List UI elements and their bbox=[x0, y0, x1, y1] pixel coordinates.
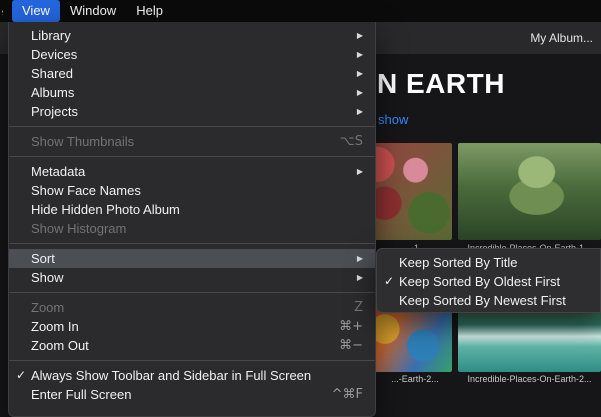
menu-item-show[interactable]: Show ▶ bbox=[9, 268, 375, 287]
menu-separator bbox=[9, 292, 375, 293]
menu-item-show-face-names[interactable]: Show Face Names bbox=[9, 181, 375, 200]
menu-item-shortcut: ^⌘F bbox=[332, 385, 363, 404]
photo-caption: ...-Earth-2... bbox=[378, 374, 452, 384]
menu-item-metadata[interactable]: Metadata ▶ bbox=[9, 162, 375, 181]
submenu-item-keep-sorted-by-oldest-first[interactable]: ✓ Keep Sorted By Oldest First bbox=[377, 272, 600, 291]
submenu-item-keep-sorted-by-title[interactable]: Keep Sorted By Title bbox=[377, 253, 600, 272]
menu-separator bbox=[9, 243, 375, 244]
submenu-arrow-icon: ▶ bbox=[357, 45, 363, 64]
menu-item-label: Zoom Out bbox=[31, 336, 329, 355]
screen: My Album... N EARTH show ...-1... Incred… bbox=[0, 0, 601, 417]
menu-item-shortcut: ⌥S bbox=[340, 132, 363, 151]
menu-item-label: Keep Sorted By Title bbox=[399, 253, 588, 272]
menubar-item-window[interactable]: Window bbox=[60, 0, 126, 22]
slideshow-link[interactable]: show bbox=[378, 112, 408, 127]
photo-thumbnail[interactable] bbox=[458, 306, 601, 372]
menu-item-show-thumbnails: Show Thumbnails ⌥S bbox=[9, 132, 375, 151]
menubar-item-view[interactable]: View bbox=[12, 0, 60, 22]
submenu-arrow-icon: ▶ bbox=[357, 162, 363, 181]
menu-item-label: Projects bbox=[31, 102, 347, 121]
menu-item-shortcut: ⌘− bbox=[339, 336, 363, 355]
menu-bar: e View Window Help bbox=[0, 0, 601, 22]
menu-item-label: Metadata bbox=[31, 162, 347, 181]
sort-submenu: Keep Sorted By Title ✓ Keep Sorted By Ol… bbox=[376, 248, 601, 313]
menu-item-label: Zoom In bbox=[31, 317, 329, 336]
menu-item-label: Albums bbox=[31, 83, 347, 102]
menu-item-label: Sort bbox=[31, 249, 347, 268]
menu-item-label: Show Histogram bbox=[31, 219, 363, 238]
album-title: N EARTH bbox=[377, 68, 505, 100]
menu-item-label: Devices bbox=[31, 45, 347, 64]
my-albums-link[interactable]: My Album... bbox=[530, 31, 593, 45]
menu-item-label: Hide Hidden Photo Album bbox=[31, 200, 363, 219]
submenu-arrow-icon: ▶ bbox=[357, 26, 363, 45]
menu-item-zoom: Zoom Z bbox=[9, 298, 375, 317]
menu-item-library[interactable]: Library ▶ bbox=[9, 26, 375, 45]
view-menu: Library ▶ Devices ▶ Shared ▶ Albums ▶ Pr… bbox=[8, 22, 376, 417]
menu-item-label: Enter Full Screen bbox=[31, 385, 322, 404]
menu-item-show-histogram: Show Histogram bbox=[9, 219, 375, 238]
menu-item-albums[interactable]: Albums ▶ bbox=[9, 83, 375, 102]
menu-item-label: Always Show Toolbar and Sidebar in Full … bbox=[31, 366, 363, 385]
checkmark-icon: ✓ bbox=[384, 272, 394, 291]
submenu-arrow-icon: ▶ bbox=[357, 83, 363, 102]
menu-item-label: Zoom bbox=[31, 298, 344, 317]
menu-item-zoom-out[interactable]: Zoom Out ⌘− bbox=[9, 336, 375, 355]
menu-item-shortcut: Z bbox=[354, 298, 363, 317]
menu-item-hide-hidden-photo-album[interactable]: Hide Hidden Photo Album bbox=[9, 200, 375, 219]
menu-separator bbox=[9, 360, 375, 361]
submenu-arrow-icon: ▶ bbox=[357, 268, 363, 287]
menu-item-sort[interactable]: Sort ▶ bbox=[9, 249, 375, 268]
menu-item-enter-full-screen[interactable]: Enter Full Screen ^⌘F bbox=[9, 385, 375, 404]
menu-item-label: Show Thumbnails bbox=[31, 132, 330, 151]
menu-item-label: Keep Sorted By Oldest First bbox=[399, 272, 588, 291]
menu-bar-partial-item: e bbox=[2, 4, 12, 19]
menu-item-devices[interactable]: Devices ▶ bbox=[9, 45, 375, 64]
menu-item-label: Show bbox=[31, 268, 347, 287]
menubar-item-help[interactable]: Help bbox=[126, 0, 173, 22]
photo-caption: Incredible-Places-On-Earth-2... bbox=[458, 374, 601, 384]
menu-item-shared[interactable]: Shared ▶ bbox=[9, 64, 375, 83]
submenu-item-keep-sorted-by-newest-first[interactable]: Keep Sorted By Newest First bbox=[377, 291, 600, 310]
menu-item-zoom-in[interactable]: Zoom In ⌘+ bbox=[9, 317, 375, 336]
menu-item-label: Keep Sorted By Newest First bbox=[399, 291, 588, 310]
checkmark-icon: ✓ bbox=[16, 366, 26, 385]
menu-separator bbox=[9, 126, 375, 127]
menu-item-projects[interactable]: Projects ▶ bbox=[9, 102, 375, 121]
menu-item-label: Library bbox=[31, 26, 347, 45]
submenu-arrow-icon: ▶ bbox=[357, 249, 363, 268]
menu-item-shortcut: ⌘+ bbox=[339, 317, 363, 336]
menu-separator bbox=[9, 156, 375, 157]
menu-item-label: Show Face Names bbox=[31, 181, 363, 200]
menu-item-always-show-toolbar[interactable]: ✓ Always Show Toolbar and Sidebar in Ful… bbox=[9, 366, 375, 385]
menu-item-label: Shared bbox=[31, 64, 347, 83]
submenu-arrow-icon: ▶ bbox=[357, 102, 363, 121]
submenu-arrow-icon: ▶ bbox=[357, 64, 363, 83]
photo-thumbnail[interactable] bbox=[458, 143, 601, 240]
